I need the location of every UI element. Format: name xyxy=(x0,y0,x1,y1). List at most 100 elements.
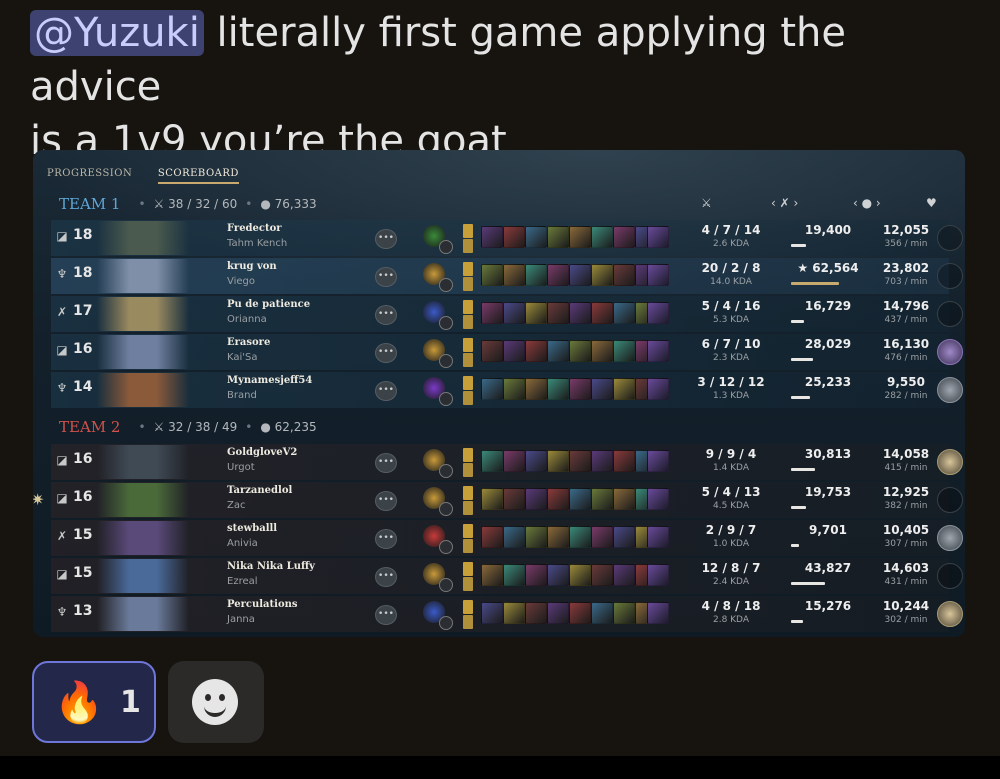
item-icon[interactable] xyxy=(591,340,613,362)
item-icon[interactable] xyxy=(481,264,503,286)
item-icon[interactable] xyxy=(547,226,569,248)
scoreboard-row[interactable]: ✗ 15 stewballl Anivia ••• 2 / 9 / 7 1.0 KDA 9,7… xyxy=(51,520,963,556)
item-icon[interactable] xyxy=(503,602,525,624)
item-icon[interactable] xyxy=(613,340,635,362)
trinket-icon[interactable] xyxy=(647,526,669,548)
item-icon[interactable] xyxy=(613,378,635,400)
item-icon[interactable] xyxy=(547,602,569,624)
player-name[interactable]: Tarzanedlol xyxy=(227,485,292,496)
user-mention[interactable]: @Yuzuki xyxy=(30,10,204,56)
more-options-button[interactable]: ••• xyxy=(375,381,397,401)
item-icon[interactable] xyxy=(569,602,591,624)
more-options-button[interactable]: ••• xyxy=(375,491,397,511)
item-icon[interactable] xyxy=(613,226,635,248)
item-icon[interactable] xyxy=(569,488,591,510)
item-icon[interactable] xyxy=(525,450,547,472)
item-icon[interactable] xyxy=(481,302,503,324)
item-icon[interactable] xyxy=(547,264,569,286)
item-icon[interactable] xyxy=(481,526,503,548)
item-icon[interactable] xyxy=(525,378,547,400)
fire-reaction[interactable]: 🔥 1 xyxy=(32,661,156,743)
item-icon[interactable] xyxy=(547,526,569,548)
player-name[interactable]: stewballl xyxy=(227,523,277,534)
item-icon[interactable] xyxy=(591,488,613,510)
trinket-icon[interactable] xyxy=(647,488,669,510)
item-icon[interactable] xyxy=(569,302,591,324)
item-icon[interactable] xyxy=(481,564,503,586)
item-icon[interactable] xyxy=(503,488,525,510)
item-icon[interactable] xyxy=(547,340,569,362)
item-icon[interactable] xyxy=(503,226,525,248)
more-options-button[interactable]: ••• xyxy=(375,343,397,363)
item-icon[interactable] xyxy=(613,450,635,472)
item-icon[interactable] xyxy=(591,302,613,324)
item-icon[interactable] xyxy=(569,226,591,248)
gold-column-sort[interactable]: ‹ ● › xyxy=(853,196,881,210)
scoreboard-row[interactable]: ◪ 16 Erasore Kai'Sa ••• 6 / 7 / 10 2.3 KDA 28,0… xyxy=(51,334,963,370)
player-name[interactable]: Nika Nika Luffy xyxy=(227,561,315,572)
more-options-button[interactable]: ••• xyxy=(375,567,397,587)
item-icon[interactable] xyxy=(591,602,613,624)
item-icon[interactable] xyxy=(503,378,525,400)
more-options-button[interactable]: ••• xyxy=(375,229,397,249)
item-icon[interactable] xyxy=(547,302,569,324)
more-options-button[interactable]: ••• xyxy=(375,267,397,287)
item-icon[interactable] xyxy=(503,526,525,548)
item-icon[interactable] xyxy=(503,264,525,286)
player-name[interactable]: Perculations xyxy=(227,599,298,610)
player-name[interactable]: GoldgloveV2 xyxy=(227,447,297,458)
scoreboard-screenshot[interactable]: PROGRESSION SCOREBOARD TEAM 1 • ⚔ 38 / 3… xyxy=(33,150,965,637)
item-icon[interactable] xyxy=(503,302,525,324)
item-icon[interactable] xyxy=(591,564,613,586)
trinket-icon[interactable] xyxy=(647,564,669,586)
item-icon[interactable] xyxy=(569,264,591,286)
item-icon[interactable] xyxy=(525,564,547,586)
scoreboard-row[interactable]: ✗ 17 Pu de patience Orianna ••• 5 / 4 / 16 5.3… xyxy=(51,296,963,332)
player-name[interactable]: Erasore xyxy=(227,337,270,348)
item-icon[interactable] xyxy=(569,340,591,362)
item-icon[interactable] xyxy=(525,526,547,548)
item-icon[interactable] xyxy=(503,340,525,362)
item-icon[interactable] xyxy=(481,602,503,624)
trinket-icon[interactable] xyxy=(647,226,669,248)
trinket-icon[interactable] xyxy=(647,340,669,362)
item-icon[interactable] xyxy=(591,378,613,400)
item-icon[interactable] xyxy=(591,226,613,248)
player-name[interactable]: Mynamesjeff54 xyxy=(227,375,312,386)
item-icon[interactable] xyxy=(503,564,525,586)
scoreboard-row[interactable]: ◪ 16 GoldgloveV2 Urgot ••• 9 / 9 / 4 1.4 KDA 30… xyxy=(51,444,963,480)
item-icon[interactable] xyxy=(525,340,547,362)
trinket-icon[interactable] xyxy=(647,302,669,324)
player-name[interactable]: Fredector xyxy=(227,223,282,234)
trinket-icon[interactable] xyxy=(647,378,669,400)
item-icon[interactable] xyxy=(547,450,569,472)
item-icon[interactable] xyxy=(591,264,613,286)
item-icon[interactable] xyxy=(613,264,635,286)
scoreboard-row[interactable]: ♆ 14 Mynamesjeff54 Brand ••• 3 / 12 / 12 1.3 K… xyxy=(51,372,963,408)
item-icon[interactable] xyxy=(569,564,591,586)
item-icon[interactable] xyxy=(525,488,547,510)
item-icon[interactable] xyxy=(613,302,635,324)
item-icon[interactable] xyxy=(591,450,613,472)
item-icon[interactable] xyxy=(613,526,635,548)
item-icon[interactable] xyxy=(525,302,547,324)
item-icon[interactable] xyxy=(547,564,569,586)
item-icon[interactable] xyxy=(569,526,591,548)
item-icon[interactable] xyxy=(481,340,503,362)
item-icon[interactable] xyxy=(481,488,503,510)
more-options-button[interactable]: ••• xyxy=(375,305,397,325)
item-icon[interactable] xyxy=(569,378,591,400)
item-icon[interactable] xyxy=(591,526,613,548)
player-name[interactable]: krug von xyxy=(227,261,277,272)
item-icon[interactable] xyxy=(547,488,569,510)
scoreboard-row[interactable]: ◪ 15 Nika Nika Luffy Ezreal ••• 12 / 8 / 7 2.4… xyxy=(51,558,963,594)
item-icon[interactable] xyxy=(481,450,503,472)
scoreboard-row[interactable]: ♆ 18 krug von Viego ••• 20 / 2 / 8 14.0 KDA ★ 6… xyxy=(51,258,963,294)
item-icon[interactable] xyxy=(613,488,635,510)
item-icon[interactable] xyxy=(547,378,569,400)
item-icon[interactable] xyxy=(613,564,635,586)
add-reaction-button[interactable] xyxy=(168,661,264,743)
tab-scoreboard[interactable]: SCOREBOARD xyxy=(157,168,239,184)
trinket-icon[interactable] xyxy=(647,264,669,286)
item-icon[interactable] xyxy=(525,602,547,624)
